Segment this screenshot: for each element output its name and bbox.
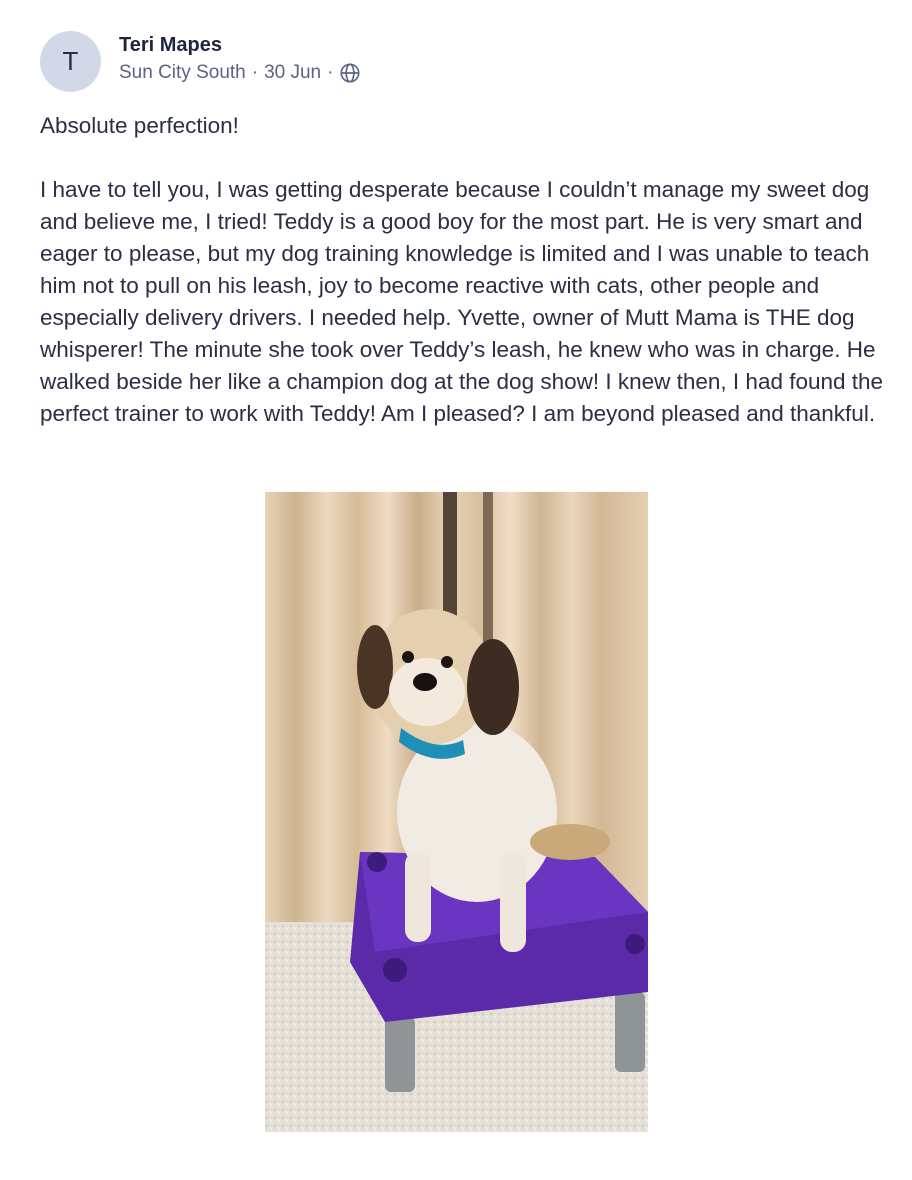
post-meta: Teri Mapes Sun City South · 30 Jun ·	[119, 32, 361, 86]
post-photo[interactable]	[265, 492, 648, 1132]
avatar[interactable]: T	[40, 30, 101, 92]
post-card: T Teri Mapes Sun City South · 30 Jun · A…	[0, 0, 912, 1180]
location-link[interactable]: Sun City South	[119, 60, 246, 86]
globe-icon	[339, 62, 361, 84]
author-name[interactable]: Teri Mapes	[119, 32, 361, 58]
post-subline: Sun City South · 30 Jun ·	[119, 60, 361, 86]
dog-photo-image	[265, 492, 648, 1132]
post-date[interactable]: 30 Jun	[264, 60, 321, 86]
separator: ·	[251, 62, 259, 83]
post-content: Absolute perfection! I have to tell you,…	[40, 110, 885, 430]
post-body: I have to tell you, I was getting desper…	[40, 177, 890, 426]
post-title: Absolute perfection!	[40, 113, 239, 138]
separator: ·	[327, 62, 334, 83]
post-header: T Teri Mapes Sun City South · 30 Jun ·	[40, 30, 361, 92]
